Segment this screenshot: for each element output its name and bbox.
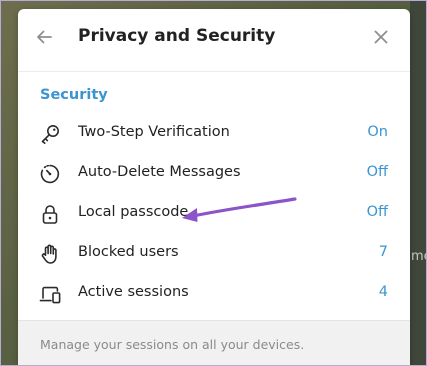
row-active-sessions[interactable]: Active sessions 4	[18, 273, 410, 313]
lock-icon	[42, 205, 58, 224]
dialog-title: Privacy and Security	[78, 26, 276, 46]
close-icon	[374, 30, 388, 44]
row-value: 4	[378, 284, 388, 300]
header-divider	[18, 71, 410, 72]
close-button[interactable]	[367, 23, 395, 51]
row-value: On	[367, 124, 388, 140]
row-auto-delete-messages[interactable]: Auto-Delete Messages Off	[18, 153, 410, 193]
row-label: Active sessions	[78, 284, 189, 300]
devices-icon	[39, 286, 61, 304]
background-text: me	[411, 249, 426, 264]
hand-icon	[41, 244, 57, 264]
privacy-security-dialog: Privacy and Security Security Two-Step V…	[18, 9, 410, 365]
row-label: Blocked users	[78, 244, 179, 260]
screenshot-frame: me Privacy and Security Security	[0, 0, 427, 366]
sessions-hint-text: Manage your sessions on all your devices…	[40, 337, 305, 352]
row-two-step-verification[interactable]: Two-Step Verification On	[18, 113, 410, 153]
annotation-arrow-icon	[182, 197, 297, 222]
row-value: Off	[366, 204, 388, 220]
row-blocked-users[interactable]: Blocked users 7	[18, 233, 410, 273]
key-icon	[41, 125, 59, 144]
row-label: Local passcode	[78, 204, 189, 220]
row-label: Auto-Delete Messages	[78, 164, 241, 180]
row-value: Off	[366, 164, 388, 180]
timer-icon	[40, 164, 60, 184]
row-value: 7	[378, 244, 388, 260]
arrow-left-icon	[37, 30, 52, 44]
sessions-hint-area: Manage your sessions on all your devices…	[18, 320, 410, 365]
row-label: Two-Step Verification	[78, 124, 230, 140]
back-button[interactable]	[30, 23, 58, 51]
dialog-header: Privacy and Security	[18, 9, 410, 65]
section-title-security: Security	[40, 87, 108, 103]
app-background-strip	[410, 1, 426, 365]
